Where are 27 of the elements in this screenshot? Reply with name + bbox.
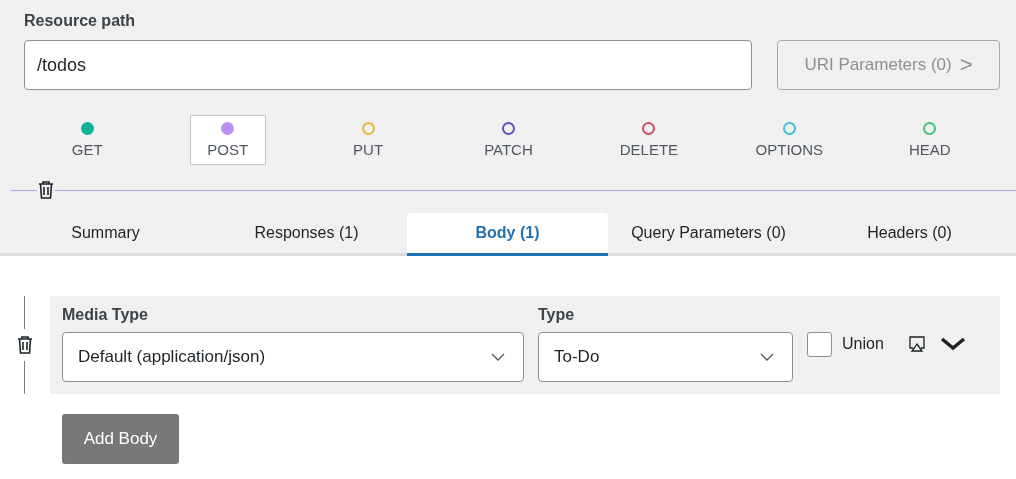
tab[interactable]: Responses (1) <box>206 213 407 256</box>
method-button[interactable]: PATCH <box>470 115 547 165</box>
method-button[interactable]: OPTIONS <box>751 115 828 165</box>
field-label: Media Type <box>62 306 149 324</box>
resource-path-field[interactable]: /todos <box>24 40 752 90</box>
method-button[interactable]: HEAD <box>891 115 968 165</box>
tab[interactable]: Summary <box>5 213 206 256</box>
union-checkbox[interactable] <box>807 331 832 357</box>
chevron-down-icon <box>760 352 774 362</box>
method-button[interactable]: PUT <box>330 115 407 165</box>
airplay-icon[interactable] <box>907 335 926 353</box>
field-label: Type <box>538 306 576 324</box>
field-label: Resource path <box>24 12 137 30</box>
trash-icon[interactable] <box>37 180 55 200</box>
chevron-down-icon[interactable] <box>939 337 966 351</box>
checkbox-label: Union <box>842 335 884 353</box>
add-body-button[interactable]: Add Body <box>62 414 179 464</box>
tab[interactable]: Headers (0) <box>809 213 1010 256</box>
trash-icon[interactable] <box>16 335 34 355</box>
method-button[interactable]: DELETE <box>610 115 687 165</box>
chevron-down-icon <box>491 352 505 362</box>
method-button[interactable]: GET <box>49 115 126 165</box>
type-dropdown[interactable]: To-Do <box>538 332 793 382</box>
media-type-dropdown[interactable]: Default (application/json) <box>62 332 524 382</box>
method-button[interactable]: POST <box>189 115 266 165</box>
tab[interactable]: Body (1) <box>407 213 608 256</box>
tab[interactable]: Query Parameters (0) <box>608 213 809 256</box>
